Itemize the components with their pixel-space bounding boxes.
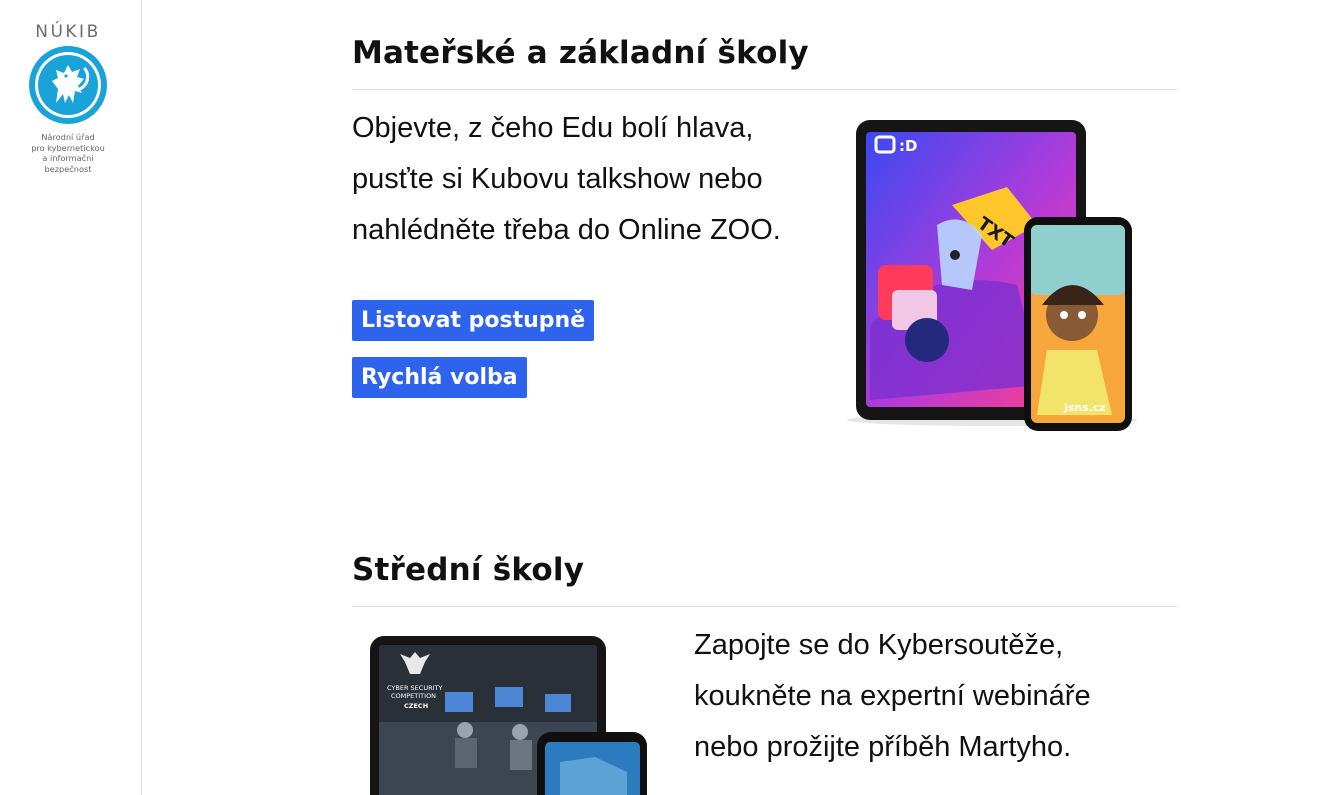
lead-line: pusťte si Kubovu talkshow nebo	[352, 163, 763, 195]
logo-subtitle-line: a informační	[42, 153, 94, 163]
quick-choice-button[interactable]: Rychlá volba	[352, 357, 527, 398]
logo-subtitle-line: Národní úřad	[41, 132, 95, 142]
logo-text: COMPETITION	[391, 692, 436, 700]
logo-text: CYBER SECURITY	[387, 684, 442, 692]
lion-emblem-icon	[29, 46, 107, 124]
section-lead: Objevte, z čeho Edu bolí hlava, pusťte s…	[352, 103, 781, 256]
phone-caption: jsns.cz	[1063, 401, 1106, 414]
competition-tablet-illustration: CYBER SECURITY COMPETITION CZECH	[370, 636, 647, 795]
lead-line: koukněte na expertní webináře	[694, 680, 1091, 712]
nukib-logo-link[interactable]: NÚKIB Národní úřad pro kybernetickou a i…	[24, 22, 112, 174]
logo-subtitle-line: pro kybernetickou	[31, 142, 105, 153]
tablet-and-phone-illustration: :D TXT jsns.cz	[847, 120, 1137, 431]
logo-subtitle: Národní úřad pro kybernetickou a informa…	[24, 132, 112, 174]
lead-line: nahlédněte třeba do Online ZOO.	[352, 214, 781, 246]
lead-line: nebo prožijte příběh Martyho.	[694, 731, 1072, 763]
lead-line: Zapojte se do Kybersoutěže,	[694, 629, 1064, 661]
svg-text::D: :D	[899, 137, 917, 155]
section-divider	[352, 606, 1177, 607]
sidebar: NÚKIB Národní úřad pro kybernetickou a i…	[0, 0, 142, 795]
section-divider	[352, 89, 1177, 90]
logo-subtitle-line: bezpečnost	[44, 163, 92, 174]
logo-text: CZECH	[404, 702, 428, 710]
section-lead: Zapojte se do Kybersoutěže, koukněte na …	[694, 620, 1091, 773]
browse-step-by-step-button[interactable]: Listovat postupně	[352, 300, 595, 341]
lead-line: Objevte, z čeho Edu bolí hlava,	[352, 112, 754, 144]
logo-wordmark: NÚKIB	[35, 22, 101, 42]
section-title: Střední školy	[352, 552, 585, 588]
section-title: Mateřské a základní školy	[352, 35, 809, 71]
